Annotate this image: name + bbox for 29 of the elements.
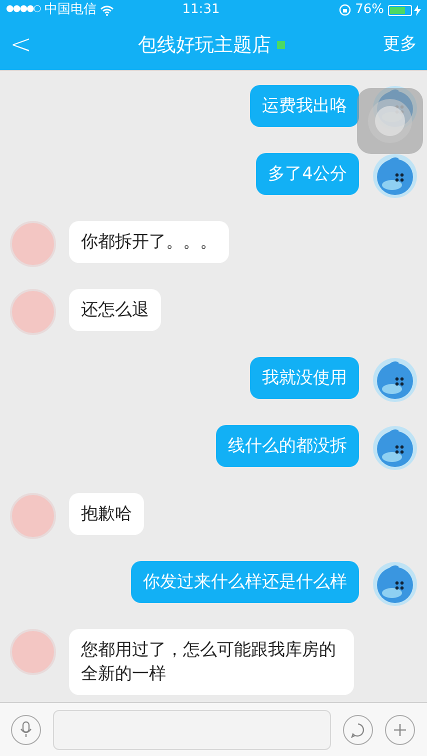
carrier-name: 中国电信 [44,1,96,20]
rotation-lock-icon [339,4,352,16]
emoji-button[interactable] [343,714,373,744]
voice-button[interactable] [11,714,41,744]
water-drop-avatar[interactable] [372,425,418,471]
message-input-field[interactable] [53,710,331,750]
message-bubble: 你都拆开了。。。 [69,221,229,263]
battery-percent: 76% [355,1,384,20]
water-drop-avatar[interactable] [372,357,418,403]
message-bubble: 您都用过了，怎么可能跟我库房的全新的一样 [69,629,354,695]
plus-icon [393,722,407,736]
message-bubble: 你发过来什么样还是什么样 [131,561,359,603]
plus-button[interactable] [385,714,415,744]
water-drop-avatar[interactable] [372,153,418,199]
more-button[interactable]: 更多 [383,32,417,58]
clock-time: 11:31 [182,1,220,20]
message-bubble: 还怎么退 [69,289,161,331]
water-drop-avatar[interactable] [372,561,418,607]
message-bubble: 我就没使用 [250,357,359,399]
message-bubble: 运费我出咯 [250,85,359,127]
wifi-icon [100,4,114,16]
chat-title: 包线好玩主题店 [138,32,271,58]
message-bubble: 多了4公分 [256,153,359,195]
assistive-touch-button[interactable] [357,88,423,154]
signal-dots: ●●●●○ [6,3,40,16]
back-button[interactable]: < [10,26,40,64]
message-bubble: 线什么的都没拆 [216,425,359,467]
message-bubble: 抱歉哈 [69,493,144,535]
microphone-icon [20,721,32,738]
